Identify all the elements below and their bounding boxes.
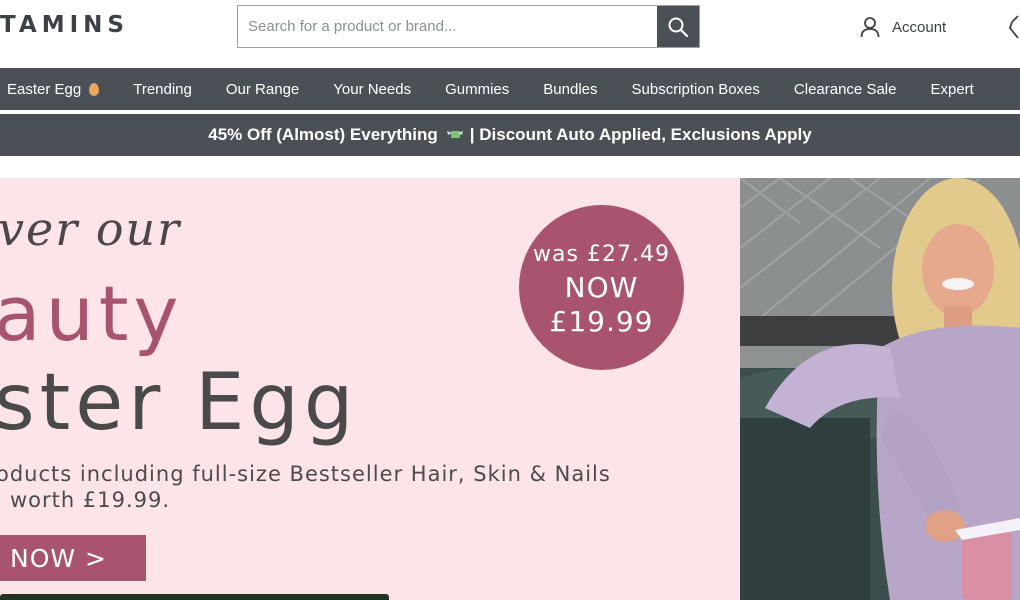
hero-model-photo: [740, 178, 1020, 600]
secondary-banner-edge: [0, 594, 389, 600]
nav-item-trending[interactable]: Trending: [133, 81, 192, 98]
search-bar: [237, 5, 700, 48]
hero-title-line1: auty: [0, 269, 184, 358]
price-badge: was £27.49 NOW £19.99: [519, 205, 684, 370]
nav-item-our-range[interactable]: Our Range: [226, 81, 299, 98]
money-wings-icon: [446, 131, 463, 138]
nav-item-clearance-sale[interactable]: Clearance Sale: [794, 81, 897, 98]
shop-now-button[interactable]: NOW >: [0, 535, 146, 581]
was-price: was £27.49: [533, 242, 670, 267]
main-nav: Easter Egg Trending Our Range Your Needs…: [0, 68, 1020, 110]
search-icon: [668, 17, 689, 37]
hero-description-line2: worth £19.99.: [10, 488, 171, 512]
nav-item-easter-egg[interactable]: Easter Egg: [7, 80, 100, 98]
promo-banner[interactable]: 45% Off (Almost) Everything | Discount A…: [0, 114, 1020, 156]
site-header: TAMINS Account: [0, 0, 1020, 68]
brand-logo[interactable]: TAMINS: [0, 12, 129, 38]
nav-item-your-needs[interactable]: Your Needs: [333, 81, 411, 98]
hero-banner[interactable]: ver our auty ster Egg oducts including f…: [0, 178, 740, 600]
now-price: £19.99: [549, 305, 654, 338]
promo-text-main: 45% Off (Almost) Everything: [208, 125, 438, 144]
basket-icon[interactable]: [1008, 14, 1020, 40]
hero-title-line2: ster Egg: [0, 358, 359, 448]
nav-item-bundles[interactable]: Bundles: [543, 81, 597, 98]
search-input[interactable]: [238, 6, 659, 47]
now-label: NOW: [564, 271, 639, 304]
hero-script-line: ver our: [0, 202, 182, 256]
search-button[interactable]: [657, 6, 699, 47]
account-link[interactable]: Account: [860, 14, 946, 40]
nav-item-label: Easter Egg: [7, 80, 82, 98]
hero-description: oducts including full-size Bestseller Ha…: [0, 461, 611, 513]
account-label: Account: [892, 18, 947, 36]
nav-item-expert[interactable]: Expert: [930, 81, 973, 98]
promo-text-detail: | Discount Auto Applied, Exclusions Appl…: [469, 125, 812, 144]
user-icon: [860, 17, 880, 38]
hero-description-line1: oducts including full-size Bestseller Ha…: [0, 462, 611, 486]
nav-item-subscription-boxes[interactable]: Subscription Boxes: [632, 81, 760, 98]
nav-item-gummies[interactable]: Gummies: [445, 81, 509, 98]
egg-icon: [89, 82, 100, 96]
